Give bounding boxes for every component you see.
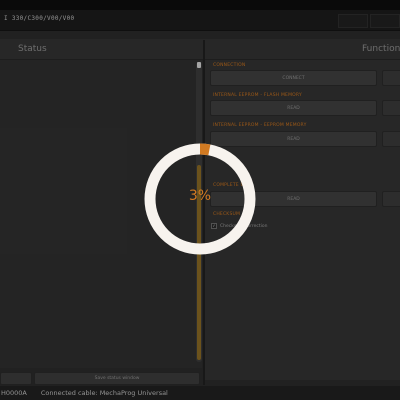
progress-percent: 3% [188,188,212,204]
